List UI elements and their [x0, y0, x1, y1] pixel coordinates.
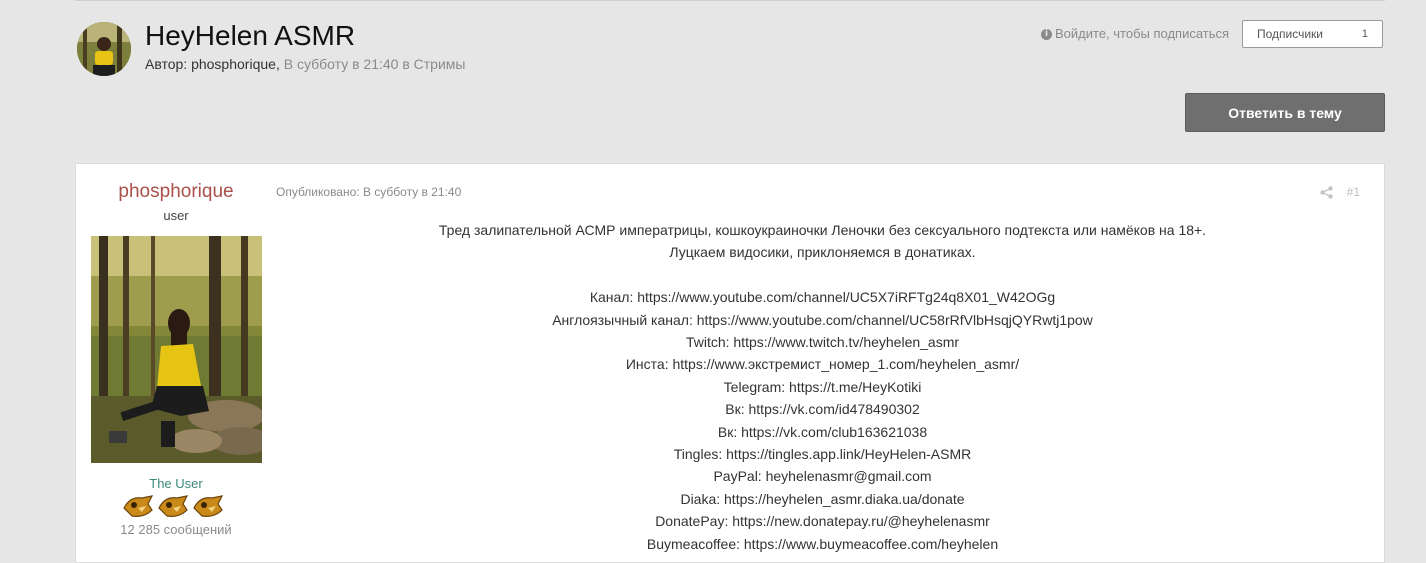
post-line: Diaka: https://heyhelen_asmr.diaka.ua/do… — [680, 490, 965, 507]
topic-byline: Автор: phosphorique, В субботу в 21:40 в… — [145, 56, 465, 72]
reply-to-topic-button[interactable]: Ответить в тему — [1185, 93, 1385, 132]
byline-comma: , — [275, 56, 280, 72]
rank-badge-icon — [123, 495, 154, 517]
topic-author-avatar[interactable] — [77, 22, 131, 76]
rank-badge-icon — [158, 495, 189, 517]
post-container: phosphorique user The User 12 285 сообще… — [75, 163, 1385, 563]
post-body: Тред залипательной АСМР императрицы, кош… — [276, 219, 1369, 555]
rank-badge-icon — [193, 495, 224, 517]
post-line: Луцкаем видосики, приклоняемся в донатик… — [669, 244, 976, 261]
post-line: Twitch: https://www.twitch.tv/heyhelen_a… — [685, 334, 960, 351]
topic-date-category[interactable]: В субботу в 21:40 в Стримы — [284, 56, 466, 72]
page-title: HeyHelen ASMR — [145, 20, 356, 51]
post-author-name[interactable]: phosphorique — [76, 181, 276, 203]
topic-author-link[interactable]: phosphorique — [191, 56, 276, 72]
byline-prefix: Автор: — [145, 56, 188, 72]
post-author-photo[interactable] — [91, 236, 262, 463]
post-line: Канал: https://www.youtube.com/channel/U… — [589, 289, 1056, 306]
post-line: Вк: https://vk.com/id478490302 — [725, 401, 920, 418]
info-icon: i — [1041, 28, 1052, 40]
share-icon[interactable] — [1319, 185, 1333, 199]
post-line: Buymeacoffee: https://www.buymeacoffee.c… — [646, 535, 999, 552]
post-line: PayPal: heyhelenasmr@gmail.com — [713, 468, 932, 485]
login-hint-text: Войдите, чтобы подписаться — [1055, 26, 1230, 41]
post-line: Вк: https://vk.com/club163621038 — [717, 423, 928, 440]
post-author-post-count: 12 285 сообщений — [120, 522, 232, 537]
followers-label: Подписчики — [1257, 27, 1324, 41]
post-line: DonatePay: https://new.donatepay.ru/@hey… — [655, 513, 990, 530]
followers-count: 1 — [1361, 28, 1368, 40]
post-author-role: user — [163, 208, 189, 223]
post-line: Англоязычный канал: https://www.youtube.… — [552, 311, 1093, 328]
login-to-follow-hint[interactable]: i Войдите, чтобы подписаться — [1041, 26, 1229, 42]
post-tools: #1 — [1319, 185, 1360, 199]
post-line: Telegram: https://t.me/HeyKotiki — [723, 378, 922, 395]
post-line: Тред залипательной АСМР императрицы, кош… — [438, 222, 1207, 238]
post-line: Инста: https://www.экстремист_номер_1.co… — [625, 356, 1020, 373]
post-published-date[interactable]: Опубликовано: В субботу в 21:40 — [276, 185, 461, 199]
followers-button[interactable]: Подписчики 1 — [1242, 20, 1383, 48]
rank-badges — [122, 492, 224, 520]
post-author-group: The User — [149, 476, 203, 491]
top-divider — [75, 0, 1385, 1]
post-line: Tingles: https://tingles.app.link/HeyHel… — [673, 446, 972, 463]
post-number[interactable]: #1 — [1347, 185, 1360, 199]
